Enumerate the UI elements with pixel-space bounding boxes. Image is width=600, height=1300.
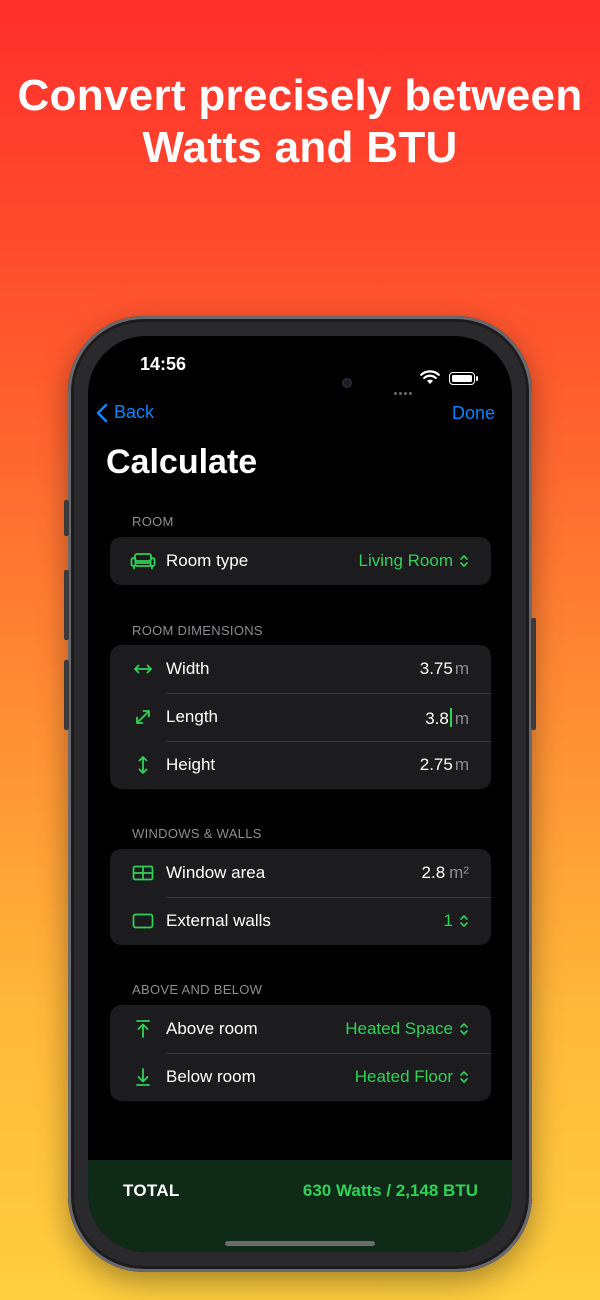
- above-room-label: Above room: [166, 1019, 258, 1038]
- window-grid-icon: [130, 861, 156, 885]
- dimensions-group: Width 3.75 m Length 3.8 m Height 2.75 m: [110, 645, 491, 789]
- length-value: 3.8: [425, 709, 449, 728]
- below-room-label: Below room: [166, 1067, 256, 1086]
- room-type-row[interactable]: Room type Living Room: [110, 537, 491, 585]
- height-unit: m: [454, 755, 469, 774]
- chevron-up-down-icon: [460, 1071, 468, 1083]
- section-label-above-below: ABOVE AND BELOW: [132, 982, 263, 997]
- room-type-label: Room type: [166, 551, 249, 570]
- page-title: Calculate: [106, 443, 258, 481]
- height-value: 2.75: [419, 755, 453, 774]
- chevron-up-down-icon: [460, 555, 468, 567]
- chevron-up-down-icon: [460, 1023, 468, 1035]
- room-group: Room type Living Room: [110, 537, 491, 585]
- side-button: [64, 660, 69, 730]
- external-walls-label: External walls: [166, 911, 271, 930]
- side-button: [64, 570, 69, 640]
- above-room-picker[interactable]: Heated Space: [345, 1019, 469, 1039]
- length-field[interactable]: 3.8 m: [425, 705, 469, 729]
- arrow-up-to-line-icon: [130, 1017, 156, 1041]
- length-row[interactable]: Length 3.8 m: [110, 693, 491, 741]
- arrow-up-down-icon: [130, 753, 156, 777]
- windows-group: Window area 2.8 m² External walls 1: [110, 849, 491, 945]
- navigation-bar: Back Done: [88, 402, 512, 428]
- height-field[interactable]: 2.75 m: [420, 755, 469, 775]
- total-bar: TOTAL 630 Watts / 2,148 BTU: [88, 1160, 512, 1252]
- room-type-value: Living Room: [358, 551, 454, 570]
- below-room-row[interactable]: Below room Heated Floor: [110, 1053, 491, 1101]
- headline: Convert precisely between Watts and BTU: [17, 71, 583, 172]
- section-label-windows: WINDOWS & WALLS: [132, 826, 262, 841]
- external-walls-picker[interactable]: 1: [444, 911, 469, 931]
- camera-icon: [342, 378, 352, 388]
- room-type-picker[interactable]: Living Room: [359, 551, 470, 571]
- wifi-icon: [420, 370, 440, 390]
- text-cursor: [449, 708, 452, 727]
- external-walls-row[interactable]: External walls 1: [110, 897, 491, 945]
- height-row[interactable]: Height 2.75 m: [110, 741, 491, 789]
- window-area-value: 2.8: [421, 863, 446, 882]
- battery-icon: [449, 372, 478, 385]
- section-label-dimensions: ROOM DIMENSIONS: [132, 623, 263, 638]
- external-walls-value: 1: [443, 911, 453, 930]
- home-indicator[interactable]: [225, 1241, 375, 1246]
- chevron-up-down-icon: [460, 915, 468, 927]
- length-label: Length: [166, 707, 218, 726]
- window-area-unit: m²: [449, 863, 469, 882]
- width-row[interactable]: Width 3.75 m: [110, 645, 491, 693]
- above-room-row[interactable]: Above room Heated Space: [110, 1005, 491, 1053]
- window-area-field[interactable]: 2.8 m²: [422, 863, 469, 883]
- length-unit: m: [454, 709, 469, 728]
- back-button[interactable]: Back: [96, 402, 154, 423]
- window-area-row[interactable]: Window area 2.8 m²: [110, 849, 491, 897]
- height-label: Height: [166, 755, 216, 774]
- wall-rectangle-icon: [130, 909, 156, 933]
- side-button: [531, 618, 536, 730]
- above-room-value: Heated Space: [345, 1019, 453, 1038]
- phone-screen: 14:56 Back Done Calculate ROOM Room type…: [88, 336, 512, 1252]
- below-room-picker[interactable]: Heated Floor: [355, 1067, 469, 1087]
- signal-dots-icon: [394, 382, 414, 395]
- width-field[interactable]: 3.75 m: [420, 659, 469, 679]
- status-bar: 14:56: [88, 352, 512, 395]
- total-label: TOTAL: [123, 1181, 180, 1200]
- window-area-label: Window area: [166, 863, 266, 882]
- width-unit: m: [454, 659, 469, 678]
- below-room-value: Heated Floor: [354, 1067, 453, 1086]
- done-button[interactable]: Done: [452, 403, 495, 424]
- above-below-group: Above room Heated Space Below room Heate…: [110, 1005, 491, 1101]
- chevron-left-icon: [96, 403, 108, 422]
- side-button: [64, 500, 69, 536]
- arrow-down-to-line-icon: [130, 1065, 156, 1089]
- sofa-icon: [130, 549, 156, 573]
- total-value: 630 Watts / 2,148 BTU: [302, 1181, 478, 1200]
- section-label-room: ROOM: [132, 514, 174, 529]
- arrow-left-right-icon: [130, 657, 156, 681]
- back-label: Back: [114, 402, 155, 422]
- arrow-diagonal-icon: [130, 705, 156, 729]
- width-value: 3.75: [419, 659, 453, 678]
- status-time: 14:56: [140, 354, 187, 374]
- width-label: Width: [166, 659, 210, 678]
